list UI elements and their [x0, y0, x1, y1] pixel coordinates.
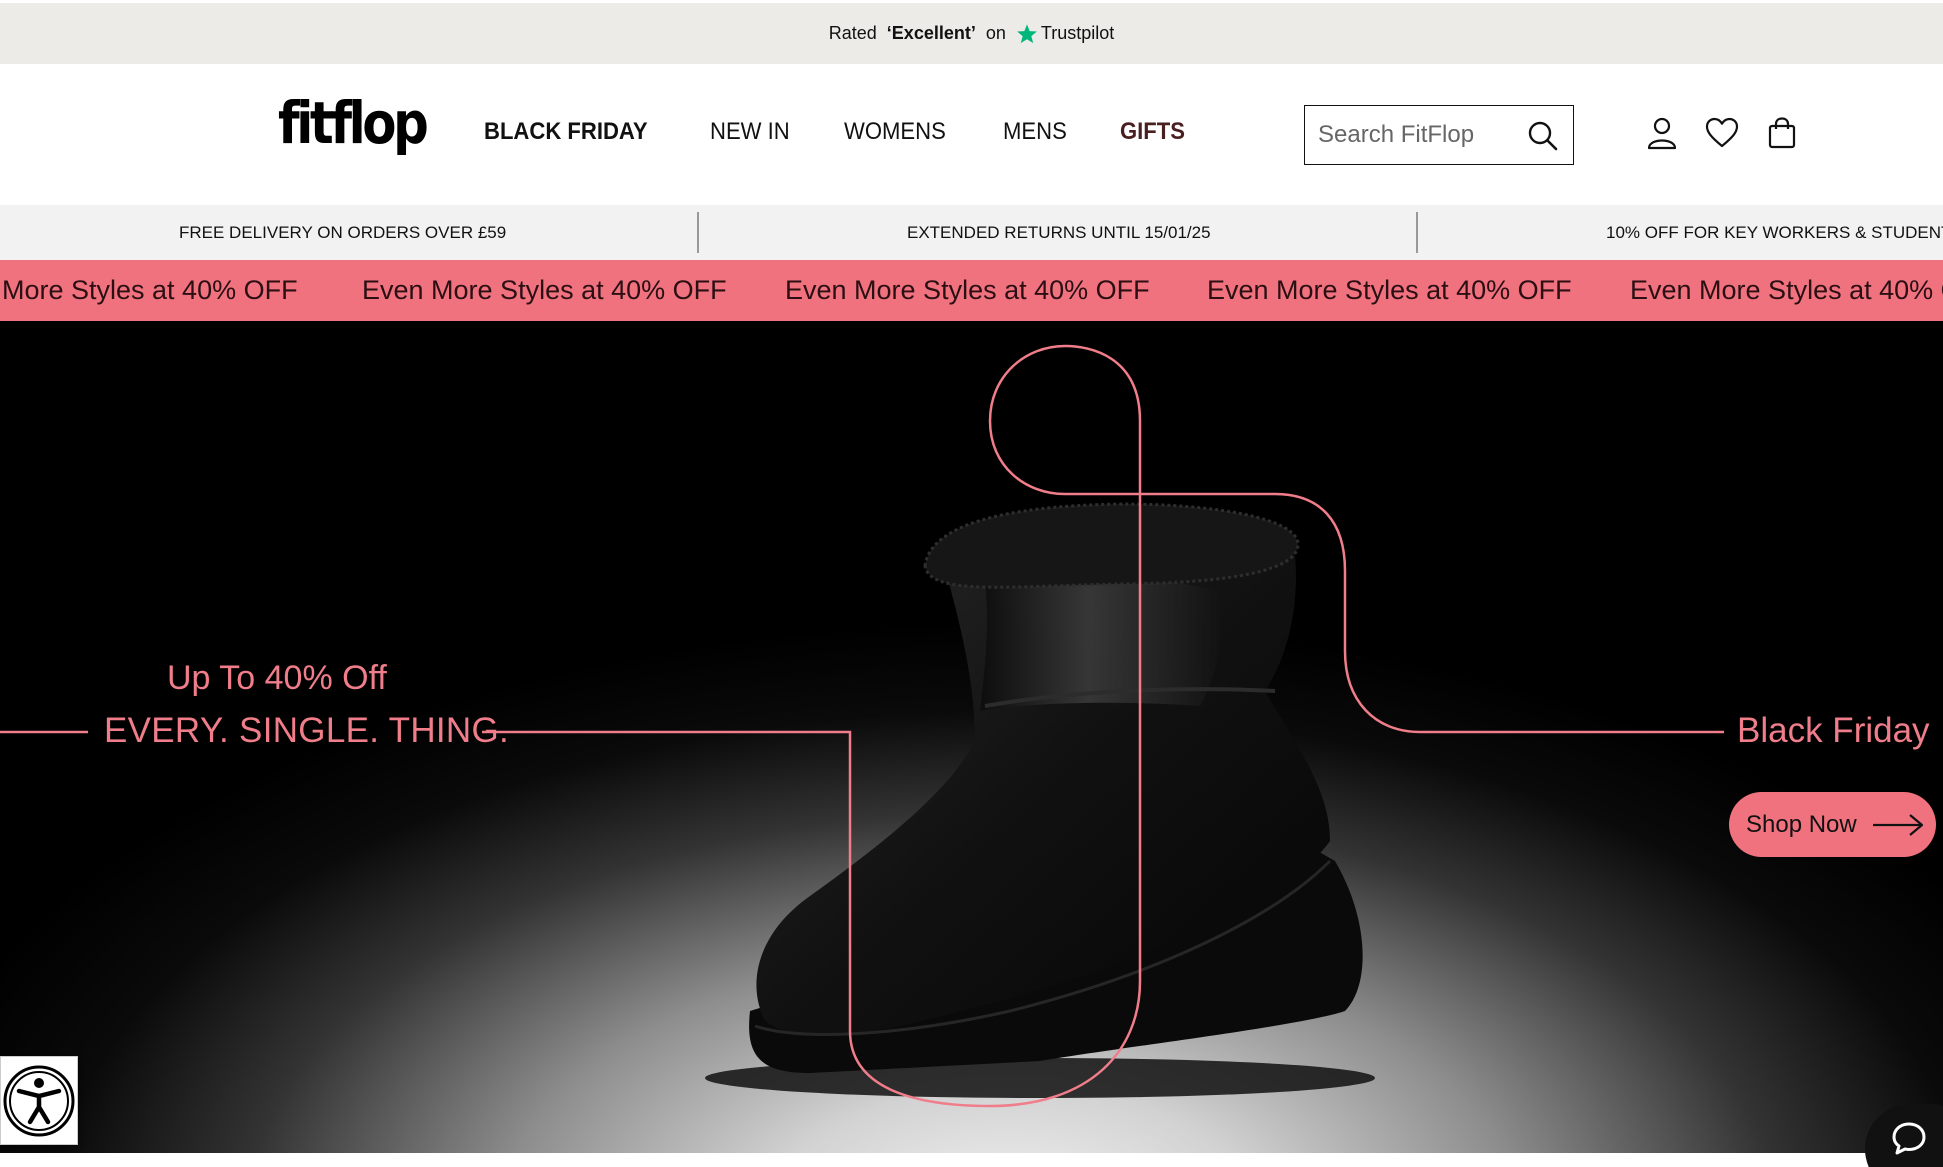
hero-black-friday-tag: Black Friday	[1737, 711, 1930, 750]
hero-headline: EVERY. SINGLE. THING.	[104, 711, 510, 750]
usp-key-workers[interactable]: 10% OFF FOR KEY WORKERS & STUDENTS	[1606, 205, 1943, 260]
shop-now-button[interactable]: Shop Now	[1729, 792, 1936, 857]
promo-item: Even More Styles at 40% OFF	[1630, 275, 1943, 305]
rated-label: Rated	[828, 23, 877, 43]
arrow-right-icon	[1872, 813, 1923, 836]
nav-mens[interactable]: MENS	[1003, 118, 1067, 146]
promo-item: Even More Styles at 40% OFF	[362, 275, 727, 305]
boot-fur-cuff	[923, 502, 1300, 589]
trustpilot-brand: Trustpilot	[1016, 23, 1114, 45]
on-label: on	[985, 23, 1006, 43]
accessibility-icon	[3, 1065, 75, 1136]
nav-black-friday[interactable]: BLACK FRIDAY	[484, 118, 648, 146]
page-bottom	[0, 1153, 1943, 1167]
usp-free-delivery[interactable]: FREE DELIVERY ON ORDERS OVER £59	[179, 205, 506, 260]
usp-divider	[1416, 212, 1418, 253]
accessibility-button[interactable]	[0, 1056, 78, 1145]
usp-extended-returns[interactable]: EXTENDED RETURNS UNTIL 15/01/25	[907, 205, 1211, 260]
chat-icon	[1892, 1122, 1926, 1155]
trustpilot-star-icon	[1016, 23, 1037, 43]
search-icon[interactable]	[1527, 120, 1559, 152]
search-box[interactable]	[1304, 105, 1574, 165]
hero-discount-text: Up To 40% Off	[167, 659, 387, 697]
trustpilot-name: Trustpilot	[1040, 23, 1115, 43]
site-header: fitflop BLACK FRIDAY NEW IN WOMENS MENS …	[0, 64, 1943, 205]
promo-item: More Styles at 40% OFF	[2, 275, 298, 305]
nav-womens[interactable]: WOMENS	[844, 118, 946, 146]
search-input[interactable]	[1318, 121, 1518, 149]
promo-item: Even More Styles at 40% OFF	[1207, 275, 1572, 305]
trustpilot-bar[interactable]: Rated ‘Excellent’ on Trustpilot	[0, 3, 1943, 64]
heart-icon[interactable]	[1705, 116, 1739, 150]
nav-new-in[interactable]: NEW IN	[710, 118, 790, 146]
account-icon[interactable]	[1645, 116, 1679, 150]
nav-gifts[interactable]: GIFTS	[1120, 118, 1185, 146]
shop-now-label: Shop Now	[1746, 810, 1857, 838]
promo-item: Even More Styles at 40% OFF	[785, 275, 1150, 305]
usp-bar: FREE DELIVERY ON ORDERS OVER £59 EXTENDE…	[0, 205, 1943, 260]
header-actions	[1645, 116, 1799, 150]
hero-banner[interactable]: Up To 40% Off EVERY. SINGLE. THING. Blac…	[0, 321, 1943, 1153]
rating-label: ‘Excellent’	[886, 23, 976, 43]
fitflop-logo[interactable]: fitflop	[278, 94, 429, 152]
bag-icon[interactable]	[1765, 116, 1799, 150]
main-nav: BLACK FRIDAY NEW IN WOMENS MENS GIFTS	[484, 118, 1239, 146]
usp-divider	[697, 212, 699, 253]
promo-marquee[interactable]: More Styles at 40% OFF Even More Styles …	[0, 260, 1943, 321]
